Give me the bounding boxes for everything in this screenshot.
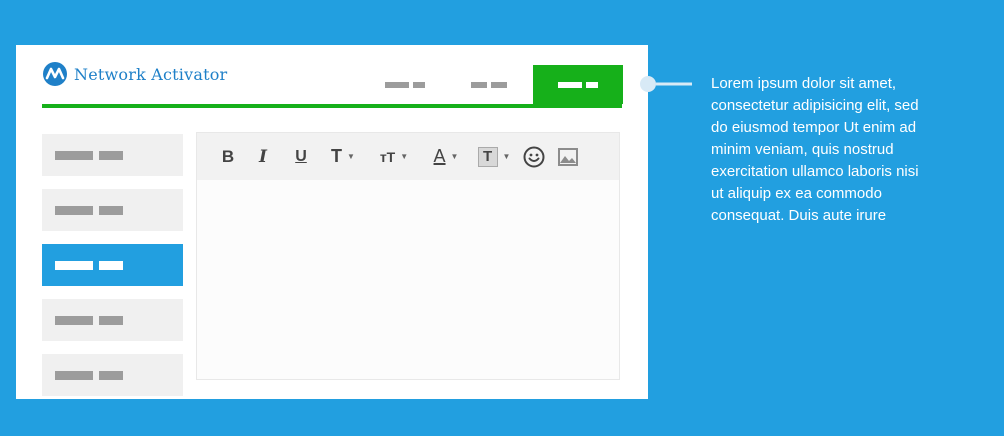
- app-window: Network Activator B I U T ▼ тT ▼ A ▼ T ▼: [16, 45, 648, 399]
- sidebar-item-1[interactable]: [42, 134, 183, 176]
- text-background-icon: T: [477, 146, 498, 167]
- sidebar-item-5[interactable]: [42, 354, 183, 396]
- sidebar-label-placeholder: [99, 205, 123, 215]
- font-size-icon: тT: [379, 148, 396, 165]
- tab-label-placeholder: [471, 81, 487, 88]
- tab-label-placeholder: [385, 81, 409, 88]
- tab-label-placeholder: [586, 81, 598, 88]
- top-navigation: [42, 65, 623, 108]
- topnav-underline: [42, 104, 622, 108]
- editor-content-area[interactable]: [197, 180, 619, 379]
- sidebar-label-placeholder: [99, 315, 123, 325]
- sidebar-label-placeholder: [55, 260, 93, 270]
- underline-button[interactable]: U: [283, 142, 319, 172]
- image-icon: [558, 147, 578, 166]
- tab-label-placeholder: [413, 81, 425, 88]
- callout-connector: [640, 76, 692, 92]
- editor-toolbar: B I U T ▼ тT ▼ A ▼ T ▼: [197, 133, 619, 180]
- text-style-dropdown[interactable]: T ▼: [319, 142, 367, 172]
- insert-image-button[interactable]: [551, 142, 585, 172]
- caret-down-icon: ▼: [400, 152, 409, 161]
- text-background-dropdown[interactable]: T ▼: [471, 142, 517, 172]
- sidebar-label-placeholder: [99, 370, 123, 380]
- sidebar: [42, 134, 183, 409]
- sidebar-item-4[interactable]: [42, 299, 183, 341]
- sidebar-label-placeholder: [55, 205, 93, 215]
- sidebar-item-2[interactable]: [42, 189, 183, 231]
- italic-button[interactable]: I: [243, 142, 283, 172]
- sidebar-label-placeholder: [55, 150, 93, 160]
- italic-icon: I: [259, 146, 267, 167]
- caret-down-icon: ▼: [347, 152, 355, 161]
- tab-2[interactable]: [444, 65, 534, 104]
- description-text: Lorem ipsum dolor sit amet, consectetur …: [711, 75, 919, 224]
- tab-3-active[interactable]: [533, 65, 623, 104]
- tab-label-placeholder: [491, 81, 507, 88]
- underline-icon: U: [295, 147, 307, 165]
- text-style-icon: T: [331, 146, 343, 166]
- tab-1[interactable]: [360, 65, 450, 104]
- font-color-dropdown[interactable]: A ▼: [421, 142, 471, 172]
- tab-label-placeholder: [558, 81, 582, 88]
- emoji-button[interactable]: [517, 142, 551, 172]
- rich-text-editor: B I U T ▼ тT ▼ A ▼ T ▼: [196, 132, 620, 380]
- sidebar-label-placeholder: [99, 260, 123, 270]
- sidebar-label-placeholder: [55, 315, 93, 325]
- bold-icon: B: [221, 146, 235, 166]
- caret-down-icon: ▼: [450, 152, 459, 161]
- font-color-icon: A: [433, 146, 446, 166]
- sidebar-label-placeholder: [99, 150, 123, 160]
- sidebar-label-placeholder: [55, 370, 93, 380]
- font-size-dropdown[interactable]: тT ▼: [367, 142, 421, 172]
- bold-button[interactable]: B: [213, 142, 243, 172]
- emoji-icon: [523, 146, 545, 167]
- sidebar-item-3-active[interactable]: [42, 244, 183, 286]
- caret-down-icon: ▼: [502, 152, 511, 161]
